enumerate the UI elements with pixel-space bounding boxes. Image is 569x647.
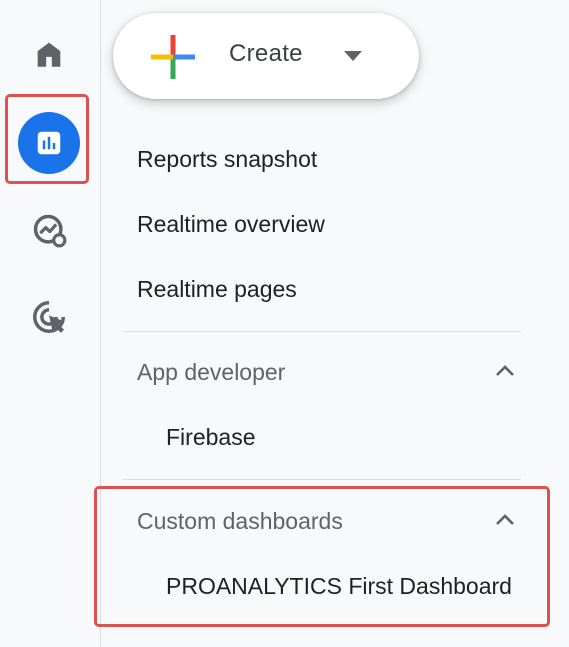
reports-highlight-box (5, 94, 89, 184)
chevron-up-icon[interactable] (494, 364, 516, 378)
trend-explore-icon (33, 214, 67, 248)
custom-dashboards-highlight-box (94, 486, 550, 627)
caret-down-icon (344, 51, 362, 61)
rail-home-button[interactable] (18, 23, 80, 85)
section-app-developer[interactable]: App developer (137, 359, 285, 386)
divider (123, 331, 521, 332)
rail-explore-button[interactable] (18, 199, 80, 261)
nav-item-realtime-pages[interactable]: Realtime pages (137, 276, 297, 303)
target-cursor-icon (33, 301, 65, 333)
multicolor-plus-icon (151, 35, 195, 79)
nav-item-firebase[interactable]: Firebase (166, 424, 255, 451)
nav-item-realtime-overview[interactable]: Realtime overview (137, 211, 325, 238)
nav-item-reports-snapshot[interactable]: Reports snapshot (137, 146, 317, 173)
home-icon (37, 42, 61, 67)
divider (123, 479, 521, 480)
nav-rail (0, 0, 101, 647)
create-button[interactable]: Create (113, 13, 419, 99)
rail-advertising-button[interactable] (18, 286, 80, 348)
create-label: Create (229, 40, 303, 67)
